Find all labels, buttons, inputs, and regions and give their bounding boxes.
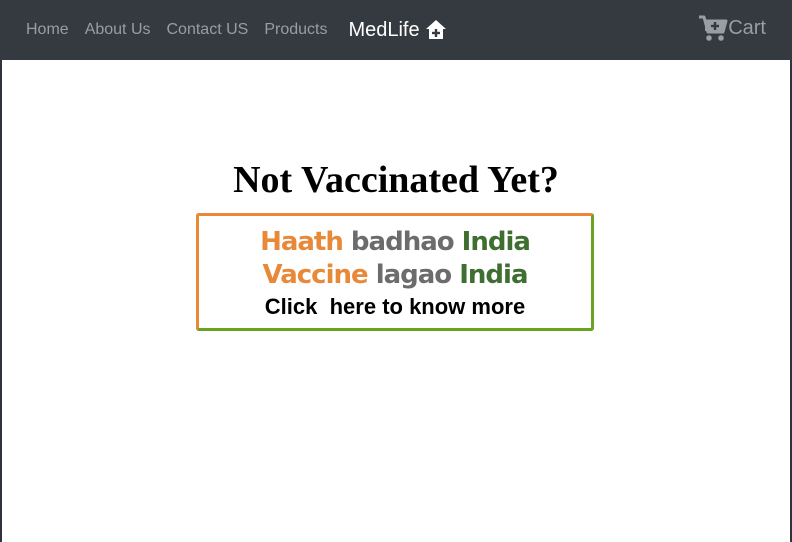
- slogan-word-vaccine: Vaccine: [262, 260, 369, 290]
- cart-label: Cart: [728, 16, 766, 39]
- know-more-link[interactable]: Click here to know more: [199, 294, 591, 320]
- cart-link[interactable]: Cart: [698, 14, 766, 42]
- nav-link-contact-us[interactable]: Contact US: [167, 21, 249, 39]
- top-navbar: Home About Us Contact US Products MedLif…: [0, 0, 792, 60]
- page-headline: Not Vaccinated Yet?: [233, 159, 559, 201]
- nav-link-products[interactable]: Products: [264, 21, 327, 39]
- slogan-word-india-1: India: [461, 227, 531, 257]
- vaccine-banner[interactable]: Haath badhao India Vaccine lagao India C…: [196, 213, 594, 331]
- window-frame-left: [0, 0, 2, 542]
- slogan-line-1: Haath badhao India: [199, 226, 591, 259]
- slogan-word-haath: Haath: [260, 227, 344, 257]
- nav-link-about-us[interactable]: About Us: [85, 21, 151, 39]
- nav-links: Home About Us Contact US Products: [26, 21, 343, 39]
- nav-link-home[interactable]: Home: [26, 21, 69, 39]
- slogan-word-badhao: badhao: [350, 227, 455, 257]
- slogan-word-lagao: lagao: [375, 260, 452, 290]
- house-medical-icon: [425, 19, 447, 41]
- brand-logo[interactable]: MedLife: [348, 19, 446, 42]
- slogan-line-2: Vaccine lagao India: [199, 259, 591, 292]
- slogan-word-india-2: India: [459, 260, 528, 290]
- brand-name: MedLife: [348, 18, 420, 41]
- cart-plus-icon: [698, 14, 728, 42]
